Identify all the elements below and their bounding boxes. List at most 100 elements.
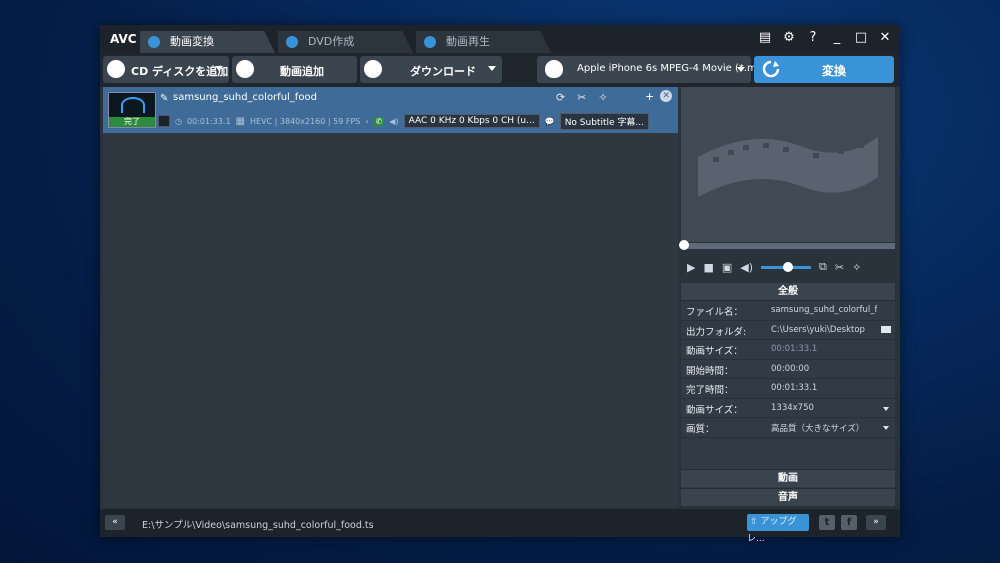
close-circle-icon[interactable]: ✕ [660,90,673,102]
tab-convert[interactable]: 動画変換 [140,31,275,53]
prop-row-end-time: 完了時間： 00:01:33.1 [681,379,895,399]
prop-key: 出力フォルダ: [686,326,747,338]
add-cd-label: CD ディスクを追加 [131,65,229,78]
play-icon[interactable]: ▶ [687,261,695,274]
convert-label: 変換 [822,64,847,78]
prop-key: 動画サイズ： [686,404,743,416]
prop-row-output-folder: 出力フォルダ: C:\Users\yuki\Desktop [681,321,895,340]
audio-track-select[interactable]: AAC 0 KHz 0 Kbps 0 CH (u... [403,114,540,128]
volume-slider[interactable] [761,261,812,272]
output-profile-select[interactable]: Apple iPhone 6s MPEG-4 Movie (*.m... [537,56,766,83]
prop-row-resolution: 動画サイズ： 1334x750 [681,399,895,418]
download-label: ダウンロード [410,65,476,78]
scissors-icon[interactable]: ✂ [835,261,844,274]
prop-row-video-size: 動画サイズ： 00:01:33.1 [681,340,895,360]
clock-icon: ◷ [175,116,182,126]
film-add-icon [236,60,254,78]
folder-icon[interactable] [881,325,891,333]
prop-value[interactable]: 高品質（大きなサイズ） [771,422,877,434]
prop-row-quality: 画質： 高品質（大きなサイズ） [681,418,895,438]
prop-row-start-time: 開始時間： 00:00:00 [681,360,895,379]
refresh-icon[interactable]: ⟳ [556,91,565,104]
prop-key: 開始時間： [686,365,734,377]
globe-download-icon [364,60,382,78]
facebook-icon[interactable]: f [841,515,857,530]
add-video-label: 動画追加 [280,65,324,78]
disc-icon [286,36,298,48]
title-bar: AVC 動画変換 DVD作成 動画再生 ▤ ⚙ ? _ □ ✕ [100,25,900,53]
prop-value[interactable]: 00:01:33.1 [771,383,877,393]
convert-button[interactable]: 変換 [754,56,894,83]
phone-icon: ✆ [373,116,385,126]
speaker-icon: ◀) [389,116,399,126]
file-actions: ⟳ ✂ ✧ [556,91,608,104]
volume-handle[interactable] [783,261,794,272]
apple-icon [545,60,563,78]
magic-wand-icon[interactable]: ✧ [852,261,861,274]
app-logo: AVC [110,32,137,46]
prop-value: 00:01:33.1 [771,344,818,354]
minimize-button[interactable]: _ [830,30,844,45]
prop-key: 動画サイズ： [686,346,743,357]
upgrade-button[interactable]: ⇧ アップグレ... [747,514,809,544]
checkbox[interactable] [158,115,170,127]
twitter-icon[interactable]: t [819,515,835,530]
help-button[interactable]: ? [806,30,820,45]
gear-icon[interactable]: ⚙ [782,30,796,45]
preview-panel [681,87,895,242]
log-icon[interactable]: ▤ [758,30,772,45]
chevron-down-icon[interactable] [883,426,889,430]
play-circle-icon [424,36,436,48]
file-item[interactable]: 完了 ✎ samsung_suhd_colorful_food ⟳ ✂ ✧ + … [103,87,678,133]
collapse-left-button[interactable]: « [105,515,125,530]
magic-wand-icon[interactable]: ✧ [598,91,607,104]
maximize-button[interactable]: □ [854,30,868,45]
status-bar: « E:\サンプル\Video\samsung_suhd_colorful_fo… [100,509,900,544]
refresh-icon [148,36,160,48]
plus-icon[interactable]: + [645,90,654,103]
tab-play[interactable]: 動画再生 [416,31,551,53]
tab-label: 動画再生 [446,35,490,48]
audio-section[interactable]: 音声 [681,488,895,506]
file-name: samsung_suhd_colorful_food [173,92,317,103]
stop-icon[interactable]: ■ [703,261,713,274]
chevron-down-icon[interactable] [488,66,496,71]
camera-icon[interactable]: ▣ [722,261,732,274]
seek-handle[interactable] [679,240,689,250]
file-list: 完了 ✎ samsung_suhd_colorful_food ⟳ ✂ ✧ + … [103,87,678,507]
toolbar: CD ディスクを追加 動画追加 ダウンロード Apple iPhone 6s M… [100,53,900,87]
cd-add-icon [107,60,125,78]
properties-header: 全般 [681,283,895,301]
copy-icon[interactable]: ⧉ [819,260,827,274]
scissors-icon[interactable]: ✂ [577,91,586,104]
video-thumbnail[interactable]: 完了 [108,92,156,128]
prop-value[interactable]: samsung_suhd_colorful_fo... [771,305,877,315]
chevron-down-icon[interactable] [883,406,889,411]
collapse-right-button[interactable]: » [866,515,886,530]
prop-value[interactable]: 00:00:00 [771,364,877,374]
close-button[interactable]: ✕ [878,30,892,45]
player-controls: ▶ ■ ▣ ◀) ⧉ ✂ ✧ [681,255,895,279]
prop-key: 画質： [686,424,715,435]
seek-bar[interactable] [679,240,895,250]
tab-label: DVD作成 [308,35,355,48]
subtitle-select[interactable]: No Subtitle 字幕... [559,112,649,130]
chat-icon: 💬 [544,116,555,126]
prop-value[interactable]: C:\Users\yuki\Desktop [771,325,877,335]
properties-panel: 全般 ファイル名： samsung_suhd_colorful_fo... 出力… [681,283,895,506]
pencil-icon[interactable]: ✎ [160,93,168,104]
upload-icon: ⇧ [750,517,758,527]
video-info-text: HEVC | 3840x2160 | 59 FPS [250,116,361,126]
add-cd-button[interactable]: CD ディスクを追加 [103,56,229,83]
prop-value[interactable]: 1334x750 [771,403,877,413]
add-video-button[interactable]: 動画追加 [232,56,357,83]
app-window: AVC 動画変換 DVD作成 動画再生 ▤ ⚙ ? _ □ ✕ CD ディスクを… [100,25,900,544]
video-section[interactable]: 動画 [681,469,895,487]
download-button[interactable]: ダウンロード [360,56,502,83]
status-badge: 完了 [109,117,155,127]
chevron-down-icon[interactable] [215,66,223,71]
duration-text: 00:01:33.1 [186,116,231,126]
volume-icon[interactable]: ◀) [740,261,753,274]
tab-label: 動画変換 [170,35,214,48]
tab-dvd[interactable]: DVD作成 [278,31,413,53]
